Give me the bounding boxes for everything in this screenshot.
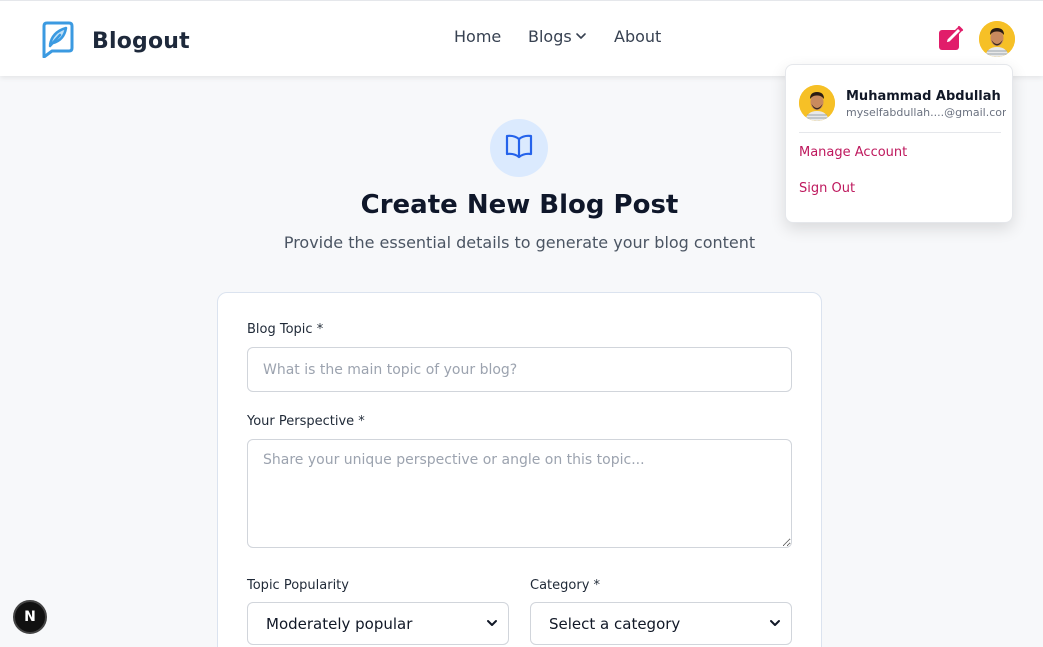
edit-square-icon [937,24,965,56]
nav-about-link[interactable]: About [614,27,661,46]
dropdown-divider [799,132,1001,133]
brand-name: Blogout [92,28,190,54]
nav-blogs-dropdown[interactable]: Blogs [528,27,587,46]
category-select[interactable]: Select a category [530,602,792,645]
perspective-label: Your Perspective * [247,414,365,429]
feather-pen-icon [40,20,76,62]
user-avatar-button[interactable] [979,21,1015,57]
open-book-icon [505,133,533,163]
brand-logo-link[interactable]: Blogout [40,20,190,62]
hero-icon-circle [490,119,548,177]
topic-popularity-value: Moderately popular [266,614,413,633]
topic-popularity-select[interactable]: Moderately popular [247,602,509,645]
perspective-textarea[interactable] [247,439,792,548]
chevron-down-icon [769,615,781,633]
manage-account-button[interactable]: Manage Account [799,145,907,160]
dropdown-avatar [799,85,835,121]
chevron-down-icon [575,27,587,46]
write-post-button[interactable] [936,25,966,55]
avatar-portrait [979,21,1015,57]
blog-topic-label: Blog Topic * [247,322,324,337]
page-subtitle: Provide the essential details to generat… [283,233,756,252]
create-post-form: Blog Topic * Your Perspective * Topic Po… [217,292,822,647]
nav-blogs-label: Blogs [528,27,572,46]
nav-home-link[interactable]: Home [454,27,501,46]
user-email: myselfabdullah....@gmail.com [846,106,1006,119]
category-label: Category * [530,578,601,593]
category-value: Select a category [549,614,681,633]
user-name: Muhammad Abdullah [846,89,1001,104]
topic-popularity-label: Topic Popularity [247,578,349,593]
page-title: Create New Blog Post [360,190,679,220]
avatar-portrait [799,85,835,121]
blog-topic-input[interactable] [247,347,792,392]
dev-tools-badge[interactable]: N [13,600,47,634]
chevron-down-icon [486,615,498,633]
